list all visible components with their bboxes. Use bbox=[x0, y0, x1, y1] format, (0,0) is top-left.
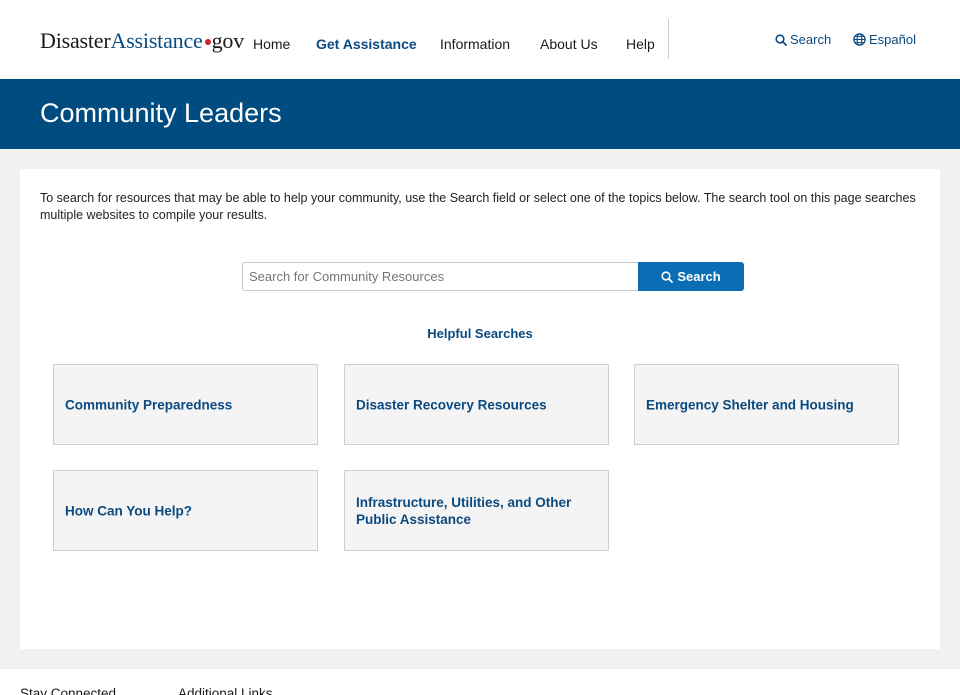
nav-help[interactable]: Help bbox=[626, 36, 655, 52]
nav-about-us[interactable]: About Us bbox=[540, 36, 598, 52]
card-emergency-shelter-housing[interactable]: Emergency Shelter and Housing bbox=[634, 364, 899, 445]
card-label: Disaster Recovery Resources bbox=[356, 397, 547, 412]
card-how-can-you-help[interactable]: How Can You Help? bbox=[53, 470, 318, 551]
community-search-input[interactable] bbox=[242, 262, 639, 291]
intro-text: To search for resources that may be able… bbox=[40, 191, 916, 222]
site-footer: Stay Connected Additional Links bbox=[0, 669, 960, 695]
card-label: Emergency Shelter and Housing bbox=[646, 397, 854, 412]
card-label: Community Preparedness bbox=[65, 397, 233, 412]
nav-get-assistance[interactable]: Get Assistance bbox=[316, 36, 417, 52]
helpful-searches-heading: Helpful Searches bbox=[427, 326, 533, 341]
nav-divider bbox=[668, 19, 669, 59]
site-header: DisasterAssistance gov Home Get Assistanc… bbox=[0, 0, 960, 79]
nav-home[interactable]: Home bbox=[253, 36, 290, 52]
nav-information[interactable]: Information bbox=[440, 36, 510, 52]
page-title: Community Leaders bbox=[40, 98, 282, 128]
card-community-preparedness[interactable]: Community Preparedness bbox=[53, 364, 318, 445]
globe-icon bbox=[853, 33, 866, 46]
logo-text-gov: gov bbox=[211, 28, 245, 53]
community-search-button[interactable]: Search bbox=[638, 262, 744, 291]
search-button-label: Search bbox=[677, 269, 721, 284]
logo-dot-icon bbox=[204, 38, 211, 45]
language-label: Español bbox=[869, 32, 916, 47]
language-toggle[interactable]: Español bbox=[853, 32, 916, 47]
card-infrastructure-utilities[interactable]: Infrastructure, Utilities, and Other Pub… bbox=[344, 470, 609, 551]
search-icon bbox=[661, 271, 674, 283]
logo-text-assistance: Assistance bbox=[110, 28, 203, 53]
page-banner: Community Leaders bbox=[0, 79, 960, 149]
search-icon bbox=[775, 34, 787, 46]
content-panel: To search for resources that may be able… bbox=[20, 169, 940, 649]
card-label: Infrastructure, Utilities, and Other Pub… bbox=[356, 494, 572, 527]
header-search-link[interactable]: Search bbox=[775, 32, 831, 47]
site-logo[interactable]: DisasterAssistance gov bbox=[40, 28, 244, 54]
footer-stay-connected: Stay Connected bbox=[20, 686, 117, 695]
footer-additional-links: Additional Links bbox=[178, 686, 273, 695]
logo-text-disaster: Disaster bbox=[40, 28, 111, 53]
header-search-label: Search bbox=[790, 32, 832, 47]
card-label: How Can You Help? bbox=[65, 503, 193, 518]
card-disaster-recovery-resources[interactable]: Disaster Recovery Resources bbox=[344, 364, 609, 445]
